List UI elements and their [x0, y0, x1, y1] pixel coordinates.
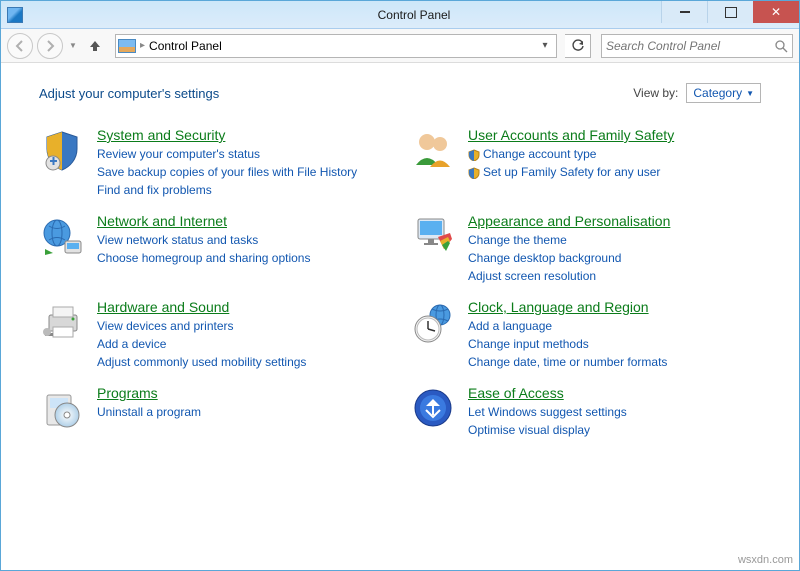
category-body: Network and Internet View network status …	[97, 213, 310, 285]
category-link[interactable]: Adjust commonly used mobility settings	[97, 353, 306, 371]
category-ease: Ease of Access Let Windows suggest settin…	[410, 385, 761, 439]
category-links: Change the themeChange desktop backgroun…	[468, 231, 670, 285]
category-links: Add a languageChange input methodsChange…	[468, 317, 667, 371]
forward-button[interactable]	[37, 33, 63, 59]
appearance-icon	[410, 213, 456, 259]
category-link[interactable]: Save backup copies of your files with Fi…	[97, 163, 357, 181]
search-input[interactable]	[606, 39, 774, 53]
category-link[interactable]: Find and fix problems	[97, 181, 357, 199]
title-bar: Control Panel	[1, 1, 799, 29]
globe-net-icon	[39, 213, 85, 259]
arrow-up-icon	[88, 39, 102, 53]
category-link[interactable]: View devices and printers	[97, 317, 306, 335]
category-link[interactable]: Optimise visual display	[468, 421, 627, 439]
printer-icon	[39, 299, 85, 345]
breadcrumb-control-panel[interactable]: Control Panel	[149, 39, 222, 53]
back-button[interactable]	[7, 33, 33, 59]
category-title[interactable]: Network and Internet	[97, 213, 310, 229]
view-by-label: View by:	[633, 86, 678, 100]
view-by-value: Category	[693, 86, 742, 100]
category-appearance: Appearance and Personalisation Change the…	[410, 213, 761, 285]
category-printer: Hardware and Sound View devices and print…	[39, 299, 390, 371]
category-title[interactable]: Appearance and Personalisation	[468, 213, 670, 229]
category-title[interactable]: Clock, Language and Region	[468, 299, 667, 315]
category-links: Review your computer's statusSave backup…	[97, 145, 357, 199]
page-heading: Adjust your computer's settings	[39, 86, 219, 101]
users-icon	[410, 127, 456, 173]
category-globe-net: Network and Internet View network status …	[39, 213, 390, 285]
category-link[interactable]: Let Windows suggest settings	[468, 403, 627, 421]
ease-icon	[410, 385, 456, 431]
disc-icon	[39, 385, 85, 431]
category-link[interactable]: Adjust screen resolution	[468, 267, 670, 285]
category-body: System and Security Review your computer'…	[97, 127, 357, 199]
category-links: View devices and printersAdd a deviceAdj…	[97, 317, 306, 371]
category-links: View network status and tasksChoose home…	[97, 231, 310, 267]
control-panel-icon	[118, 39, 136, 53]
clock-icon	[410, 299, 456, 345]
category-links: Let Windows suggest settingsOptimise vis…	[468, 403, 627, 439]
category-disc: Programs Uninstall a program	[39, 385, 390, 439]
category-links: Uninstall a program	[97, 403, 201, 421]
category-link[interactable]: Review your computer's status	[97, 145, 357, 163]
search-icon[interactable]	[774, 39, 788, 53]
category-users: User Accounts and Family Safety Change ac…	[410, 127, 761, 199]
category-link[interactable]: Uninstall a program	[97, 403, 201, 421]
category-link[interactable]: Add a language	[468, 317, 667, 335]
navigation-bar: ▼ ▸ Control Panel ▾	[1, 29, 799, 63]
category-clock: Clock, Language and Region Add a language…	[410, 299, 761, 371]
category-body: Appearance and Personalisation Change the…	[468, 213, 670, 285]
category-title[interactable]: Hardware and Sound	[97, 299, 306, 315]
refresh-button[interactable]	[565, 34, 591, 58]
category-link[interactable]: Change date, time or number formats	[468, 353, 667, 371]
up-button[interactable]	[83, 34, 107, 58]
category-body: Programs Uninstall a program	[97, 385, 201, 439]
history-dropdown[interactable]: ▼	[67, 33, 79, 59]
close-button[interactable]	[753, 1, 799, 23]
caption-buttons	[661, 1, 799, 23]
watermark: wsxdn.com	[738, 554, 793, 566]
category-title[interactable]: System and Security	[97, 127, 357, 143]
content-area: Adjust your computer's settings View by:…	[1, 63, 799, 459]
minimize-button[interactable]	[661, 1, 707, 23]
category-body: Hardware and Sound View devices and print…	[97, 299, 306, 371]
view-by-dropdown[interactable]: Category ▼	[686, 83, 761, 103]
chevron-down-icon: ▼	[746, 89, 754, 98]
address-dropdown[interactable]: ▾	[536, 35, 554, 57]
category-links: Change account typeSet up Family Safety …	[468, 145, 674, 181]
category-link[interactable]: Change input methods	[468, 335, 667, 353]
address-bar[interactable]: ▸ Control Panel ▾	[115, 34, 557, 58]
arrow-right-icon	[44, 40, 56, 52]
category-title[interactable]: Programs	[97, 385, 201, 401]
category-link[interactable]: Add a device	[97, 335, 306, 353]
category-shield: System and Security Review your computer'…	[39, 127, 390, 199]
category-link[interactable]: Change desktop background	[468, 249, 670, 267]
category-grid: System and Security Review your computer'…	[39, 127, 761, 439]
category-link[interactable]: View network status and tasks	[97, 231, 310, 249]
category-link[interactable]: Change account type	[468, 145, 674, 163]
category-link[interactable]: Set up Family Safety for any user	[468, 163, 674, 181]
category-body: Ease of Access Let Windows suggest settin…	[468, 385, 627, 439]
category-link[interactable]: Change the theme	[468, 231, 670, 249]
category-title[interactable]: User Accounts and Family Safety	[468, 127, 674, 143]
maximize-button[interactable]	[707, 1, 753, 23]
category-body: Clock, Language and Region Add a language…	[468, 299, 667, 371]
refresh-icon	[571, 39, 585, 53]
arrow-left-icon	[14, 40, 26, 52]
system-menu-icon[interactable]	[7, 7, 23, 23]
content-header: Adjust your computer's settings View by:…	[39, 83, 761, 103]
breadcrumb-chevron-icon[interactable]: ▸	[140, 40, 145, 51]
shield-icon	[39, 127, 85, 173]
category-link[interactable]: Choose homegroup and sharing options	[97, 249, 310, 267]
search-box[interactable]	[601, 34, 793, 58]
view-by-control: View by: Category ▼	[633, 83, 761, 103]
category-body: User Accounts and Family Safety Change ac…	[468, 127, 674, 199]
category-title[interactable]: Ease of Access	[468, 385, 627, 401]
